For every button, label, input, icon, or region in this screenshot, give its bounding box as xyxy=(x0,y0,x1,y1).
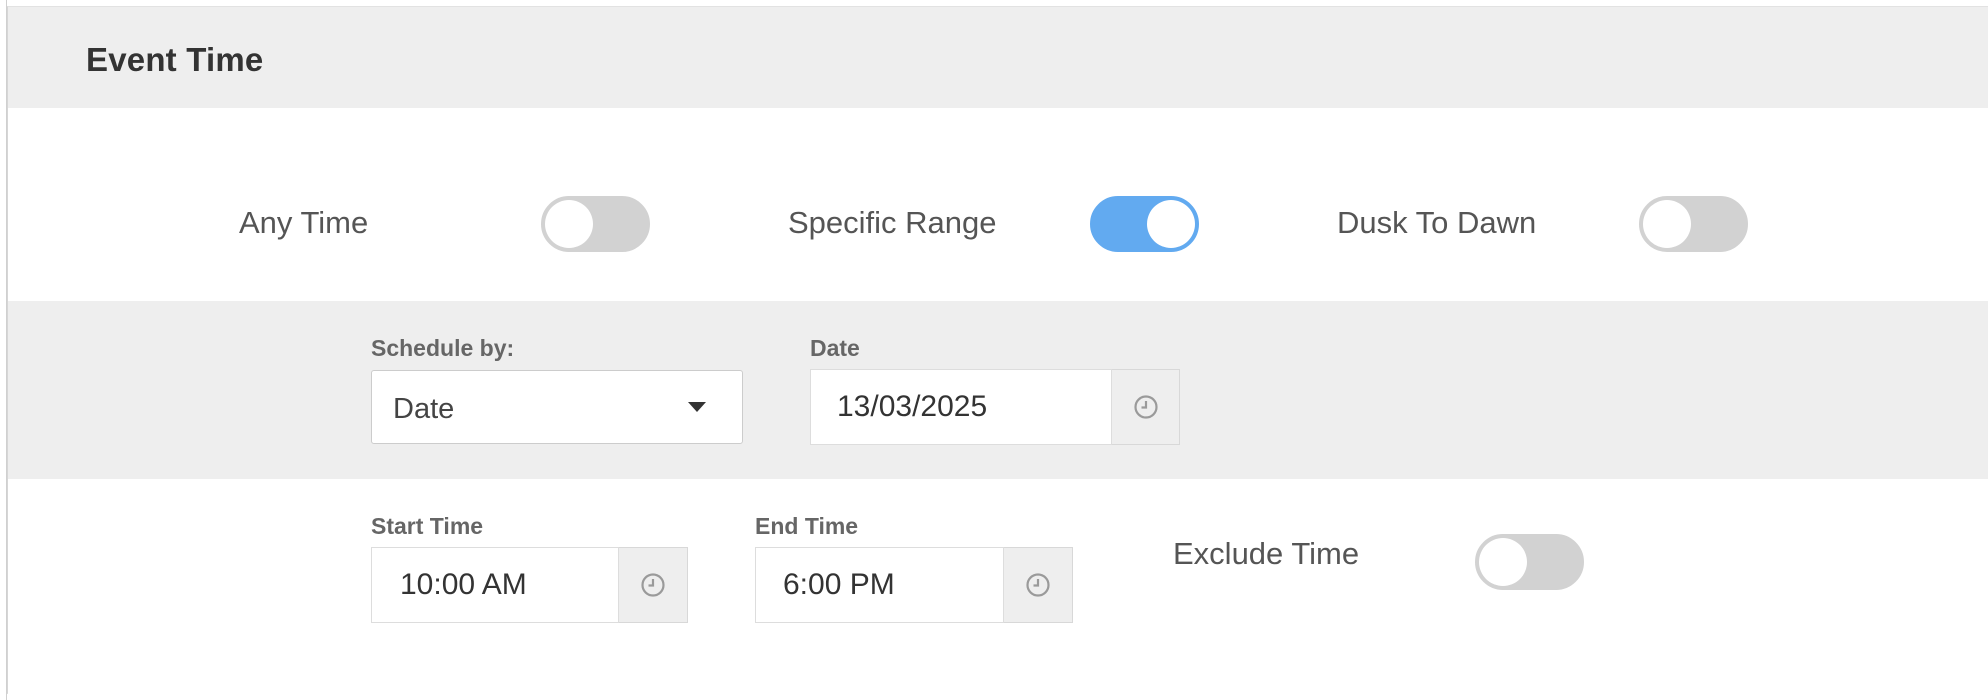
event-time-panel: Event Time Any Time Specific Range Dusk … xyxy=(7,6,1988,695)
panel-title: Event Time xyxy=(86,41,264,78)
panel-header: Event Time xyxy=(8,7,1988,108)
specific-range-label: Specific Range xyxy=(788,205,997,240)
date-picker-button[interactable] xyxy=(1112,369,1180,445)
clock-icon xyxy=(641,573,665,597)
schedule-by-value: Date xyxy=(393,393,455,425)
caret-down-icon xyxy=(688,402,706,412)
dusk-to-dawn-label: Dusk To Dawn xyxy=(1337,205,1537,240)
toggle-knob xyxy=(1643,200,1691,248)
end-time-picker-button[interactable] xyxy=(1004,547,1073,623)
start-time-input[interactable] xyxy=(371,547,619,623)
schedule-section: Schedule by: Date Date xyxy=(8,301,1988,479)
time-mode-row: Any Time Specific Range Dusk To Dawn xyxy=(8,108,1988,301)
start-time-label: Start Time xyxy=(371,513,484,539)
end-time-label: End Time xyxy=(755,513,859,539)
toggle-knob xyxy=(1147,200,1195,248)
clock-icon xyxy=(1026,573,1050,597)
schedule-by-select[interactable]: Date xyxy=(371,370,743,444)
dusk-to-dawn-toggle[interactable] xyxy=(1639,196,1748,252)
date-input-group xyxy=(810,369,1180,445)
schedule-by-label: Schedule by: xyxy=(371,335,515,361)
any-time-label: Any Time xyxy=(239,205,369,240)
exclude-time-toggle[interactable] xyxy=(1475,534,1584,590)
toggle-knob xyxy=(1479,538,1527,586)
any-time-toggle[interactable] xyxy=(541,196,650,252)
start-time-input-group xyxy=(371,547,688,623)
end-time-input-group xyxy=(755,547,1073,623)
left-border xyxy=(0,0,7,700)
date-label: Date xyxy=(810,335,860,361)
start-time-picker-button[interactable] xyxy=(619,547,688,623)
end-time-input[interactable] xyxy=(755,547,1004,623)
exclude-time-label: Exclude Time xyxy=(1173,536,1360,571)
time-range-section: Start Time End Time Exclude Time xyxy=(8,479,1988,695)
toggle-knob xyxy=(545,200,593,248)
clock-icon xyxy=(1133,395,1158,419)
specific-range-toggle[interactable] xyxy=(1090,196,1199,252)
date-input[interactable] xyxy=(810,369,1112,445)
